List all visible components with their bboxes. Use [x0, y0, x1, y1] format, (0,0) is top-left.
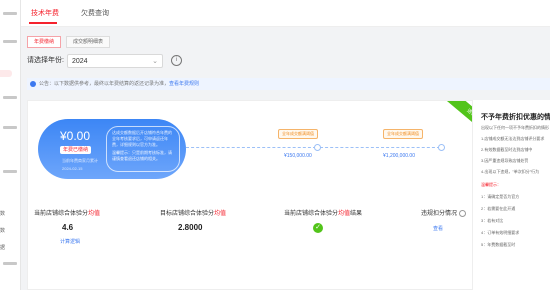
tab-tech-fee[interactable]: 技术年费 — [31, 8, 59, 18]
tier-value: ¥1,200,000.00 — [383, 153, 415, 159]
rules-tip: 2：若需要在此开通 — [481, 206, 516, 211]
rules-tip: 1：请确定是否为官方 — [481, 194, 520, 199]
rules-tip: 5：年费数据截至时 — [481, 242, 516, 247]
sidebar-item[interactable] — [3, 126, 17, 129]
calc-logic-link[interactable]: 计算逻辑 — [60, 238, 80, 245]
violation-view-link[interactable]: 查看 — [433, 225, 443, 232]
info-icon[interactable]: i — [171, 55, 182, 66]
rules-line: 3.因严重违规导致店铺处罚 — [481, 158, 529, 163]
tier-dot — [314, 144, 321, 151]
rules-line: 2.有效数据截至时达到店铺中 — [481, 147, 533, 152]
top-tab-bar: 技术年费 欠费查询 — [21, 0, 550, 27]
fee-date: 2024-02-15 — [62, 166, 83, 171]
chevron-down-icon: ⌄ — [152, 58, 158, 65]
tab-arrears[interactable]: 欠费查询 — [81, 8, 109, 18]
metric-target-score-value: 2.8000 — [178, 223, 203, 232]
metric-result-label: 当前店铺综合体验分均值结果 — [284, 211, 363, 217]
sidebar-item[interactable] — [3, 12, 17, 15]
metric-current-score-value: 4.6 — [62, 223, 74, 232]
tier-dot — [438, 144, 445, 151]
tier-label: 全年成交额满阈值 — [383, 129, 423, 139]
progress-line — [186, 147, 316, 149]
fee-desc-text: 达成交额数据后开店铺符合年费的全年考核要求后，可申请返还年费，详细规则以官方为准… — [112, 130, 172, 147]
metric-violation-label: 违规扣分情况 — [421, 208, 466, 217]
sidebar-label[interactable]: 据 — [0, 244, 5, 251]
fee-capsule: ¥0.00 年费已缴纳 当前年费商家月累计 2024-02-15 达成交额数据后… — [38, 119, 186, 179]
notice-bar: 公告：以下数据供参考，最终以年费结算的返还记录为准，查看年费规则 — [27, 78, 550, 90]
subtab-fee-payment[interactable]: 年费缴纳 — [27, 36, 62, 48]
year-label: 请选择年份: — [27, 57, 64, 64]
fee-description: 达成交额数据后开店铺符合年费的全年考核要求后，可申请返还年费，详细规则以官方为准… — [106, 126, 180, 172]
sidebar-active-item[interactable] — [0, 70, 12, 77]
rules-title: 不予年费折扣优惠的情形 — [481, 114, 550, 121]
tier-value: ¥150,000.00 — [284, 153, 312, 159]
tier-label: 全年成交额满阈值 — [278, 129, 318, 139]
fee-amount: ¥0.00 — [60, 129, 91, 143]
progress-line — [320, 147, 440, 149]
year-value: 2024 — [72, 58, 88, 65]
check-icon: ✓ — [313, 223, 323, 233]
fee-progress-panel: 进行中 ¥0.00 年费已缴纳 当前年费商家月累计 2024-02-15 达成交… — [27, 100, 489, 290]
rules-tip: 4：订单有效明细要求 — [481, 230, 520, 235]
fee-status-badge: 年费已缴纳 — [60, 146, 92, 154]
rules-line: 1.店铺成交额无法达到店铺评分要求 — [481, 136, 545, 141]
rules-line: 4.出现以下违规，"单次扣分"行为 — [481, 169, 540, 174]
rules-line: 出现以下任何一项不予年费折扣的情形 — [481, 125, 549, 130]
sidebar-label[interactable]: 数 — [0, 227, 5, 234]
rules-tip: 3：若有对比 — [481, 218, 504, 223]
metric-target-score-label: 目标店铺综合体验分均值 — [160, 211, 227, 217]
sidebar-label[interactable]: 数 — [0, 210, 5, 217]
year-select[interactable]: 2024 ⌄ — [67, 54, 163, 68]
active-tab-underline — [29, 22, 57, 24]
fee-caption: 当前年费商家月累计 — [62, 158, 98, 163]
sidebar-item[interactable] — [3, 170, 17, 173]
notice-rule-link[interactable]: 查看年费规则 — [169, 81, 199, 87]
notice-text: 公告：以下数据供参考，最终以年费结算的返还记录为准， — [39, 81, 170, 87]
metric-current-score-label: 当前店铺综合体验分均值 — [34, 211, 101, 217]
sub-tab-bar: 年费缴纳 成交额明细表 — [21, 32, 550, 50]
rules-heading: 温馨提示： — [481, 182, 501, 187]
sidebar-item[interactable] — [3, 262, 17, 265]
fee-warning-text: 温馨提示：只是前期考核标准，请谨慎查看退还店铺的相关。 — [112, 150, 172, 161]
sidebar-item[interactable] — [3, 96, 17, 99]
sidebar: 数 数 据 — [0, 0, 21, 290]
rules-panel: 不予年费折扣优惠的情形 出现以下任何一项不予年费折扣的情形 1.店铺成交额无法达… — [472, 100, 550, 290]
sidebar-item[interactable] — [3, 40, 17, 43]
info-dot-icon — [30, 81, 36, 87]
main-content: 技术年费 欠费查询 年费缴纳 成交额明细表 请选择年份: 2024 ⌄ i 公告… — [21, 0, 550, 290]
info-icon — [458, 209, 466, 217]
subtab-gmv-detail[interactable]: 成交额明细表 — [66, 36, 111, 48]
